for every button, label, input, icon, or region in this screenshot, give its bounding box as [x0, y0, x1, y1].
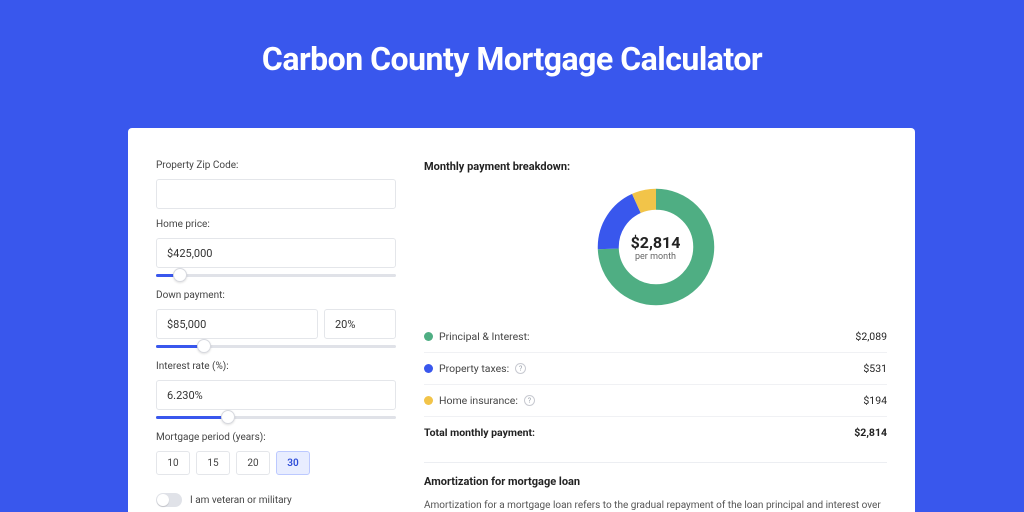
period-button-15[interactable]: 15	[196, 451, 230, 475]
breakdown-panel: Monthly payment breakdown: $2,814 per mo…	[424, 160, 887, 512]
breakdown-item-label: Principal & Interest:	[439, 330, 530, 343]
total-row: Total monthly payment: $2,814	[424, 416, 887, 448]
zip-input[interactable]	[156, 179, 396, 209]
page-title: Carbon County Mortgage Calculator	[0, 0, 1024, 78]
total-value: $2,814	[854, 426, 887, 439]
interest-rate-input[interactable]	[156, 380, 396, 410]
down-payment-pct-input[interactable]	[324, 309, 396, 339]
breakdown-row: Principal & Interest: $2,089	[424, 321, 887, 352]
veteran-toggle[interactable]	[156, 493, 182, 507]
help-icon[interactable]: ?	[515, 363, 526, 374]
home-price-slider[interactable]	[156, 270, 396, 282]
period-label: Mortgage period (years):	[156, 432, 396, 443]
down-payment-label: Down payment:	[156, 290, 396, 301]
breakdown-item-value: $531	[863, 362, 887, 375]
home-price-label: Home price:	[156, 219, 396, 230]
home-price-input[interactable]	[156, 238, 396, 268]
breakdown-item-label: Property taxes:	[439, 362, 509, 375]
form-panel: Property Zip Code: Home price: Down paym…	[156, 160, 396, 512]
period-options: 10152030	[156, 451, 396, 475]
legend-dot-icon	[424, 364, 433, 373]
breakdown-item-value: $194	[863, 394, 887, 407]
down-payment-slider[interactable]	[156, 341, 396, 353]
veteran-label: I am veteran or military	[190, 495, 292, 506]
interest-rate-label: Interest rate (%):	[156, 361, 396, 372]
breakdown-item-value: $2,089	[855, 330, 887, 343]
breakdown-row: Property taxes:? $531	[424, 352, 887, 384]
legend-dot-icon	[424, 332, 433, 341]
breakdown-title: Monthly payment breakdown:	[424, 160, 887, 173]
period-button-20[interactable]: 20	[236, 451, 270, 475]
donut-center-sub: per month	[635, 252, 676, 262]
amortization-section: Amortization for mortgage loan Amortizat…	[424, 462, 887, 512]
down-payment-input[interactable]	[156, 309, 318, 339]
veteran-row: I am veteran or military	[156, 493, 396, 507]
breakdown-row: Home insurance:? $194	[424, 384, 887, 416]
breakdown-legend: Principal & Interest: $2,089 Property taxe…	[424, 321, 887, 416]
period-button-10[interactable]: 10	[156, 451, 190, 475]
interest-rate-slider[interactable]	[156, 412, 396, 424]
amortization-title: Amortization for mortgage loan	[424, 475, 887, 488]
amortization-body: Amortization for a mortgage loan refers …	[424, 498, 887, 512]
zip-label: Property Zip Code:	[156, 160, 396, 171]
help-icon[interactable]: ?	[524, 395, 535, 406]
breakdown-item-label: Home insurance:	[439, 394, 518, 407]
donut-center-amount: $2,814	[631, 233, 681, 252]
total-label: Total monthly payment:	[424, 426, 535, 439]
donut-chart: $2,814 per month	[596, 187, 716, 307]
period-button-30[interactable]: 30	[276, 451, 310, 475]
calculator-card: Property Zip Code: Home price: Down paym…	[128, 128, 915, 512]
legend-dot-icon	[424, 396, 433, 405]
